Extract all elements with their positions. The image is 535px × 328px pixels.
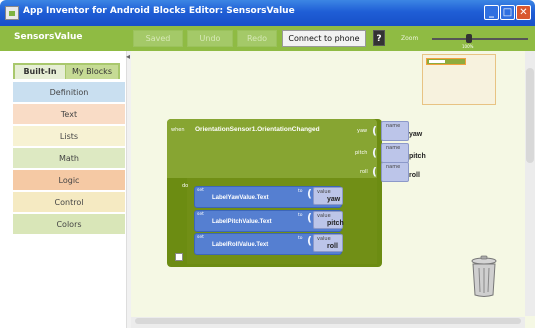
zoom-value: 100% (462, 44, 474, 49)
maximize-button[interactable]: □ (500, 5, 515, 20)
do-label: do (182, 183, 189, 189)
collapse-arrow-icon[interactable]: ◂ (126, 52, 130, 61)
value-label: value (317, 189, 331, 195)
drawer-item[interactable]: Logic (13, 169, 125, 190)
undo-button[interactable]: Undo (187, 30, 233, 47)
connector-icon: ( (307, 234, 313, 247)
property-name: LabelYawValue.Text (212, 195, 269, 201)
block-collapse-checkbox[interactable] (175, 253, 183, 261)
set-label: set (197, 212, 204, 217)
set-label: set (197, 188, 204, 193)
value-label: value (317, 236, 331, 242)
drawer-item[interactable]: Lists (13, 125, 125, 146)
tab-my-blocks[interactable]: My Blocks (66, 65, 118, 79)
param-name-value: yaw (409, 131, 423, 138)
minimap-block-detail (429, 60, 445, 63)
tab-built-in[interactable]: Built-In (15, 65, 65, 79)
value-text: roll (327, 243, 338, 250)
horizontal-scrollbar-thumb[interactable] (135, 318, 521, 324)
param-label: pitch (355, 150, 368, 156)
value-label: value (317, 213, 331, 219)
set-label: set (197, 235, 204, 240)
drawer-item[interactable]: Definition (13, 81, 125, 102)
param-name-value: pitch (409, 153, 426, 160)
param-label: yaw (357, 128, 368, 134)
param-name-value: roll (409, 172, 420, 179)
property-name: LabelPitchValue.Text (212, 219, 272, 225)
trash-icon[interactable] (470, 253, 498, 299)
connector-icon: ( (307, 211, 313, 224)
to-label: to (298, 189, 303, 194)
zoom-slider[interactable] (432, 38, 528, 40)
connector-icon: ( (372, 124, 378, 137)
window-title: App Inventor for Android Blocks Editor: … (23, 6, 295, 16)
drawer-item[interactable]: Control (13, 191, 125, 212)
project-name: SensorsValue (14, 32, 83, 42)
when-label: when (171, 127, 185, 133)
to-label: to (298, 213, 303, 218)
param-label: roll (360, 169, 368, 175)
redo-button[interactable]: Redo (237, 30, 277, 47)
value-text: yaw (327, 196, 341, 203)
saved-button[interactable]: Saved (133, 30, 183, 47)
zoom-label: Zoom (401, 35, 419, 42)
help-icon[interactable]: ? (373, 30, 385, 46)
param-name-label: name (386, 123, 401, 129)
to-label: to (298, 236, 303, 241)
property-name: LabelRollValue.Text (212, 242, 269, 248)
minimize-button[interactable]: _ (484, 5, 499, 20)
param-name-label: name (386, 145, 401, 151)
connect-to-phone-button[interactable]: Connect to phone (282, 30, 366, 47)
value-text: pitch (327, 220, 344, 227)
app-icon (5, 6, 19, 20)
connector-icon: ( (372, 165, 378, 178)
drawer-item[interactable]: Text (13, 103, 125, 124)
drawer-item[interactable]: Colors (13, 213, 125, 234)
vertical-scrollbar-thumb[interactable] (526, 68, 534, 163)
param-name-label: name (386, 164, 401, 170)
event-name: OrientationSensor1.OrientationChanged (195, 126, 320, 133)
connector-icon: ( (372, 146, 378, 159)
connector-icon: ( (307, 187, 313, 200)
close-button[interactable]: ✕ (516, 5, 531, 20)
zoom-slider-thumb[interactable] (466, 34, 472, 43)
drawer-item[interactable]: Math (13, 147, 125, 168)
